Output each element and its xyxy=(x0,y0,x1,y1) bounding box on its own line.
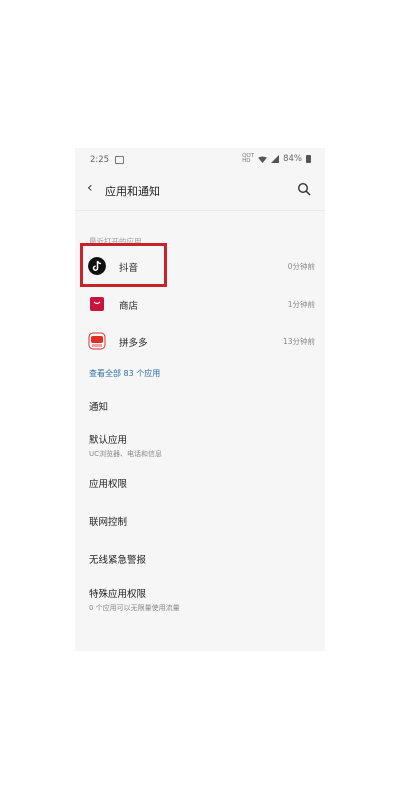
app-bar: ‹ 应用和通知 xyxy=(75,170,325,211)
recent-app-pinduoduo[interactable]: 拼多多 13分钟前 xyxy=(75,323,325,359)
battery-percent: 84% xyxy=(283,154,302,164)
phone-screen: 2:25 QOT HD x 84% ‹ 应用和通知 最近打开的应用 抖音 0分钟… xyxy=(75,148,325,651)
settings-item-subtitle: UC浏览器、电话和信息 xyxy=(89,450,163,458)
battery-icon xyxy=(306,155,311,163)
settings-item-special-access[interactable]: 特殊应用权限 0 个应用可以无限量使用流量 xyxy=(89,586,309,613)
image-icon xyxy=(115,156,124,164)
settings-item-title: 无线紧急警报 xyxy=(89,555,147,566)
settings-item-default-apps[interactable]: 默认应用 UC浏览器、电话和信息 xyxy=(89,432,309,459)
settings-item-title: 特殊应用权限 xyxy=(89,589,147,600)
settings-item-title: 默认应用 xyxy=(89,435,128,446)
status-right: QOT HD x 84% xyxy=(242,153,311,164)
store-icon xyxy=(90,297,104,311)
status-bar: 2:25 QOT HD x 84% xyxy=(75,148,325,170)
settings-item-title: 通知 xyxy=(89,402,109,413)
app-last-opened: 0分钟前 xyxy=(287,262,315,271)
pinduoduo-icon xyxy=(88,332,106,350)
status-time: 2:25 xyxy=(90,155,110,165)
wifi-icon xyxy=(258,155,267,163)
settings-item-notifications[interactable]: 通知 xyxy=(89,399,309,413)
settings-item-emergency-alerts[interactable]: 无线紧急警报 xyxy=(89,552,309,566)
signal-icon: x xyxy=(271,155,280,163)
settings-item-title: 应用权限 xyxy=(89,479,128,490)
search-icon[interactable] xyxy=(297,182,311,196)
app-name: 商店 xyxy=(119,301,139,312)
recent-app-store[interactable]: 商店 1分钟前 xyxy=(75,286,325,322)
app-last-opened: 13分钟前 xyxy=(282,337,315,346)
settings-item-subtitle: 0 个应用可以无限量使用流量 xyxy=(89,604,180,612)
settings-item-network-control[interactable]: 联网控制 xyxy=(89,514,309,528)
see-all-apps-link[interactable]: 查看全部 83 个应用 xyxy=(89,368,160,379)
highlight-box xyxy=(80,243,167,287)
back-arrow-icon[interactable]: ‹ xyxy=(87,180,93,196)
nfc-label: QOT HD xyxy=(242,153,255,164)
svg-text:x: x xyxy=(271,156,274,162)
settings-item-app-permissions[interactable]: 应用权限 xyxy=(89,476,309,490)
settings-item-title: 联网控制 xyxy=(89,517,128,528)
page-title: 应用和通知 xyxy=(105,185,160,198)
app-last-opened: 1分钟前 xyxy=(287,300,315,309)
app-name: 拼多多 xyxy=(119,338,148,349)
